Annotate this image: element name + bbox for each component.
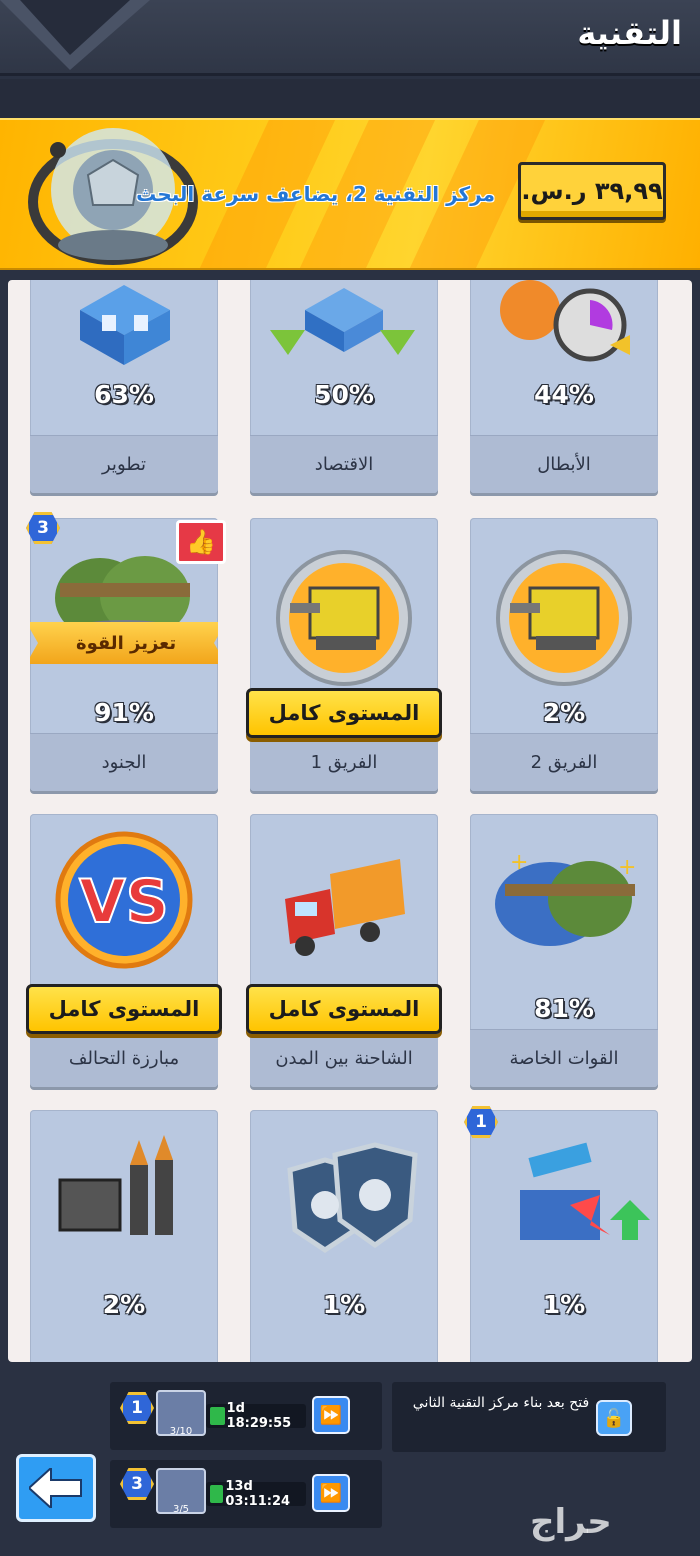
queue-fraction: 3/5	[172, 1504, 190, 1515]
tech-card-team-1[interactable]: الفريق 1	[250, 518, 438, 791]
tech-card-team-2[interactable]: 2% الفريق 2	[470, 518, 658, 791]
tech-name: الفريق 1	[250, 733, 438, 791]
tech-card-alliance-duel[interactable]: VS مبارزة التحالف	[30, 814, 218, 1087]
tech-card-turret[interactable]: 1%	[470, 1110, 658, 1362]
svg-text:+: +	[510, 850, 528, 875]
hero-clock-icon	[500, 280, 630, 362]
vs-icon: VS	[55, 831, 193, 969]
thumbs-up-icon: 👍	[176, 520, 226, 564]
max-level-ribbon: المستوى كامل	[246, 984, 442, 1034]
queue-timer: 1d 18:29:55	[206, 1401, 306, 1431]
tank-icon	[496, 550, 632, 686]
queue-timer-text: 13d 03:11:24	[225, 1479, 291, 1509]
tech-card-heroes[interactable]: 44% الأبطال	[470, 280, 658, 493]
header-notch-decoration	[0, 0, 150, 70]
top-header: التقنية	[0, 0, 700, 76]
tech-name: الجنود	[30, 733, 218, 791]
bottom-bar: 1 3/10 1d 18:29:55 ⏩ 3 3/5 13d 03:11:24 …	[0, 1370, 700, 1556]
page-title: التقنية	[577, 14, 682, 52]
tech-name: الشاحنة بين المدن	[250, 1029, 438, 1087]
tech-card-ammo[interactable]: 2%	[30, 1110, 218, 1362]
tech-name: الفريق 2	[470, 733, 658, 791]
arrow-left-icon	[29, 1468, 82, 1508]
tech-name: القوات الخاصة	[470, 1029, 658, 1087]
svg-text:VS: VS	[79, 867, 169, 937]
back-button[interactable]	[16, 1454, 96, 1522]
max-level-ribbon: المستوى كامل	[246, 688, 442, 738]
research-queue-1[interactable]: 1 3/10 1d 18:29:55 ⏩	[110, 1382, 382, 1450]
queue-timer-text: 1d 18:29:55	[226, 1401, 292, 1431]
tech-card-development[interactable]: 63% تطوير	[30, 280, 218, 493]
promo-text: مركز التقنية 2، يضاعف سرعة البحث	[136, 182, 495, 206]
special-helmets-icon: + +	[495, 850, 636, 946]
tech-progress: 91%	[94, 698, 154, 727]
tech-progress: 81%	[534, 994, 594, 1023]
tech-grid-panel[interactable]: 63% تطوير 50% الاقتصاد 44% الأبطال تعزيز…	[8, 280, 692, 1362]
max-level-ribbon: المستوى كامل	[26, 984, 222, 1034]
queue-timer: 13d 03:11:24	[206, 1479, 306, 1509]
speed-up-button[interactable]: ⏩	[312, 1474, 350, 1512]
economy-building-icon	[270, 288, 415, 355]
tank-icon	[276, 550, 412, 686]
power-boost-ribbon: تعزيز القوة	[30, 622, 218, 664]
tech-card-shields[interactable]: 1%	[250, 1110, 438, 1362]
tech-name: الأبطال	[470, 435, 658, 493]
ammo-icon	[58, 1135, 173, 1235]
tech-card-special-forces[interactable]: + + 81% القوات الخاصة	[470, 814, 658, 1087]
building-icon	[80, 285, 170, 365]
truck-icon	[285, 859, 405, 956]
tech-progress: 1%	[542, 1290, 586, 1319]
locked-research-slot[interactable]: فتح بعد بناء مركز التقنية الثاني 🔓	[392, 1382, 666, 1452]
speed-up-button[interactable]: ⏩	[312, 1396, 350, 1434]
promo-banner[interactable]: مركز التقنية 2، يضاعف سرعة البحث ٣٩,٩٩ ر…	[0, 118, 700, 270]
lock-icon: 🔓	[596, 1400, 632, 1436]
tech-name: تطوير	[30, 435, 218, 493]
tech-progress: 50%	[314, 380, 374, 409]
research-queue-2[interactable]: 3 3/5 13d 03:11:24 ⏩	[110, 1460, 382, 1528]
tech-progress: 44%	[534, 380, 594, 409]
tech-name: الاقتصاد	[250, 435, 438, 493]
shield-gear-icon	[287, 1142, 418, 1254]
locked-slot-text: فتح بعد بناء مركز التقنية الثاني	[412, 1395, 590, 1411]
queue-level-badge: 1	[120, 1392, 154, 1424]
tech-progress: 1%	[322, 1290, 366, 1319]
queue-level-badge: 3	[120, 1468, 154, 1500]
watermark-logo: حراج	[530, 1502, 612, 1542]
svg-text:+: +	[618, 855, 636, 880]
price-label: ٣٩,٩٩ ر.س.	[521, 177, 663, 205]
queue-fraction: 3/10	[169, 1426, 193, 1437]
tech-progress: 2%	[102, 1290, 146, 1319]
turret-icon	[520, 1142, 650, 1240]
header-strip	[0, 79, 700, 119]
tech-card-intercity-truck[interactable]: الشاحنة بين المدن	[250, 814, 438, 1087]
buy-price-button[interactable]: ٣٩,٩٩ ر.س.	[518, 162, 666, 220]
tech-card-economy[interactable]: 50% الاقتصاد	[250, 280, 438, 493]
tech-name: مبارزة التحالف	[30, 1029, 218, 1087]
tech-progress: 2%	[542, 698, 586, 727]
tech-progress: 63%	[94, 380, 154, 409]
